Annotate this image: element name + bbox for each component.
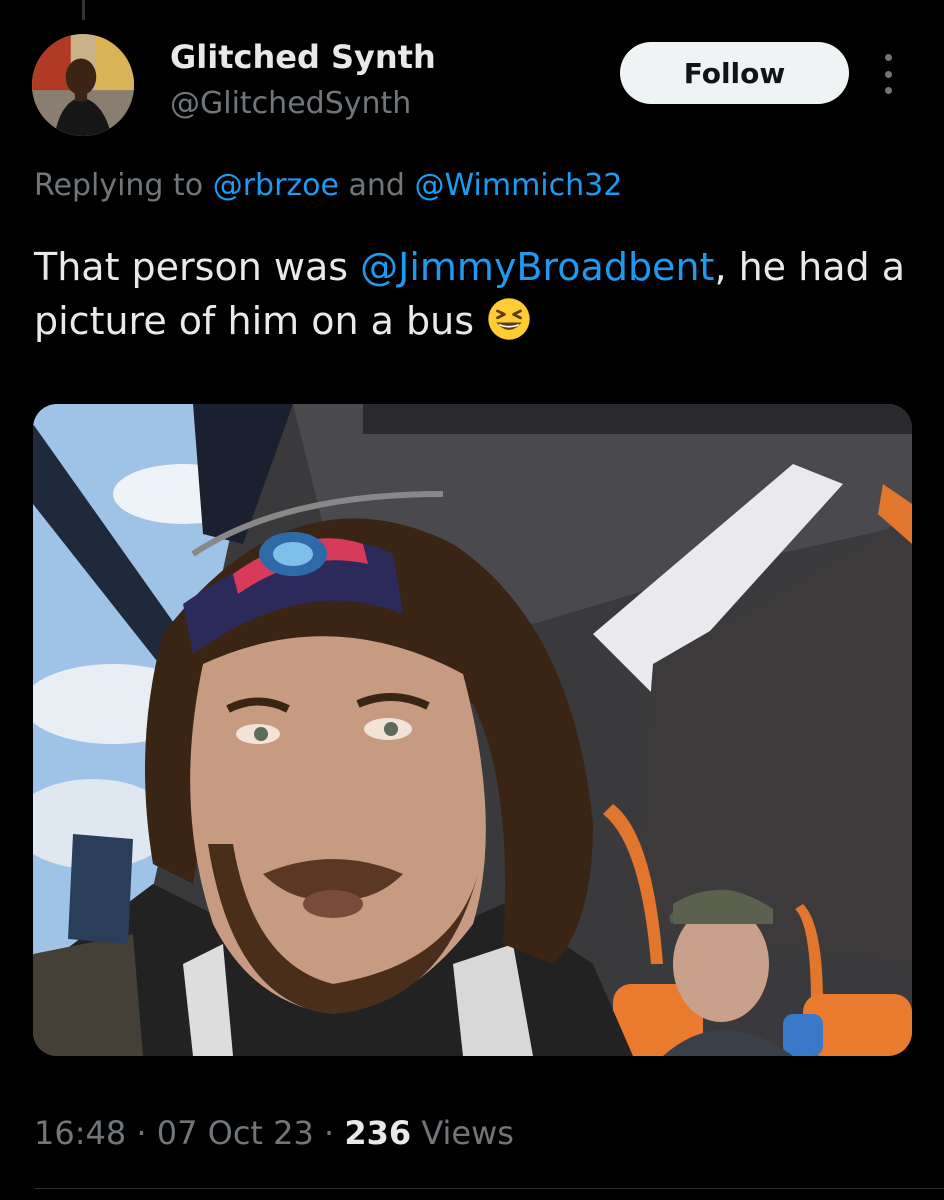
tweet-meta: 16:48 · 07 Oct 23 · 236 Views (34, 1114, 514, 1152)
tweet-mention-jimmybroadbent[interactable]: @JimmyBroadbent (360, 245, 714, 289)
meta-separator: · (313, 1114, 345, 1152)
more-options-icon[interactable] (878, 54, 898, 94)
meta-separator: · (126, 1114, 157, 1152)
views-label: Views (421, 1114, 514, 1152)
reply-mention-wimmich32[interactable]: @Wimmich32 (415, 168, 623, 203)
tweet-text-before: That person was (34, 245, 361, 289)
thread-line (82, 0, 85, 20)
tweet-date[interactable]: 07 Oct 23 (157, 1114, 314, 1152)
replying-to: Replying to @rbrzoe and @Wimmich32 (34, 168, 622, 203)
tweet-photo[interactable] (33, 404, 912, 1056)
views-count: 236 (344, 1114, 412, 1152)
grinning-squinting-face-emoji-icon (486, 296, 532, 342)
divider (34, 1188, 944, 1189)
tweet-detail: Glitched Synth @GlitchedSynth Follow Rep… (0, 0, 944, 1200)
tweet-time[interactable]: 16:48 (34, 1114, 126, 1152)
bus-selfie-photo (33, 404, 912, 1056)
replying-prefix: Replying to (34, 168, 204, 203)
reply-mention-rbrzoe[interactable]: @rbrzoe (213, 168, 339, 203)
tweet-text: That person was @JimmyBroadbent, he had … (34, 240, 914, 348)
replying-conjunction: and (348, 168, 405, 203)
display-name[interactable]: Glitched Synth (170, 38, 436, 76)
username-handle[interactable]: @GlitchedSynth (170, 86, 411, 121)
avatar[interactable] (32, 34, 134, 136)
follow-button[interactable]: Follow (620, 42, 849, 104)
avatar-photo (32, 34, 134, 136)
